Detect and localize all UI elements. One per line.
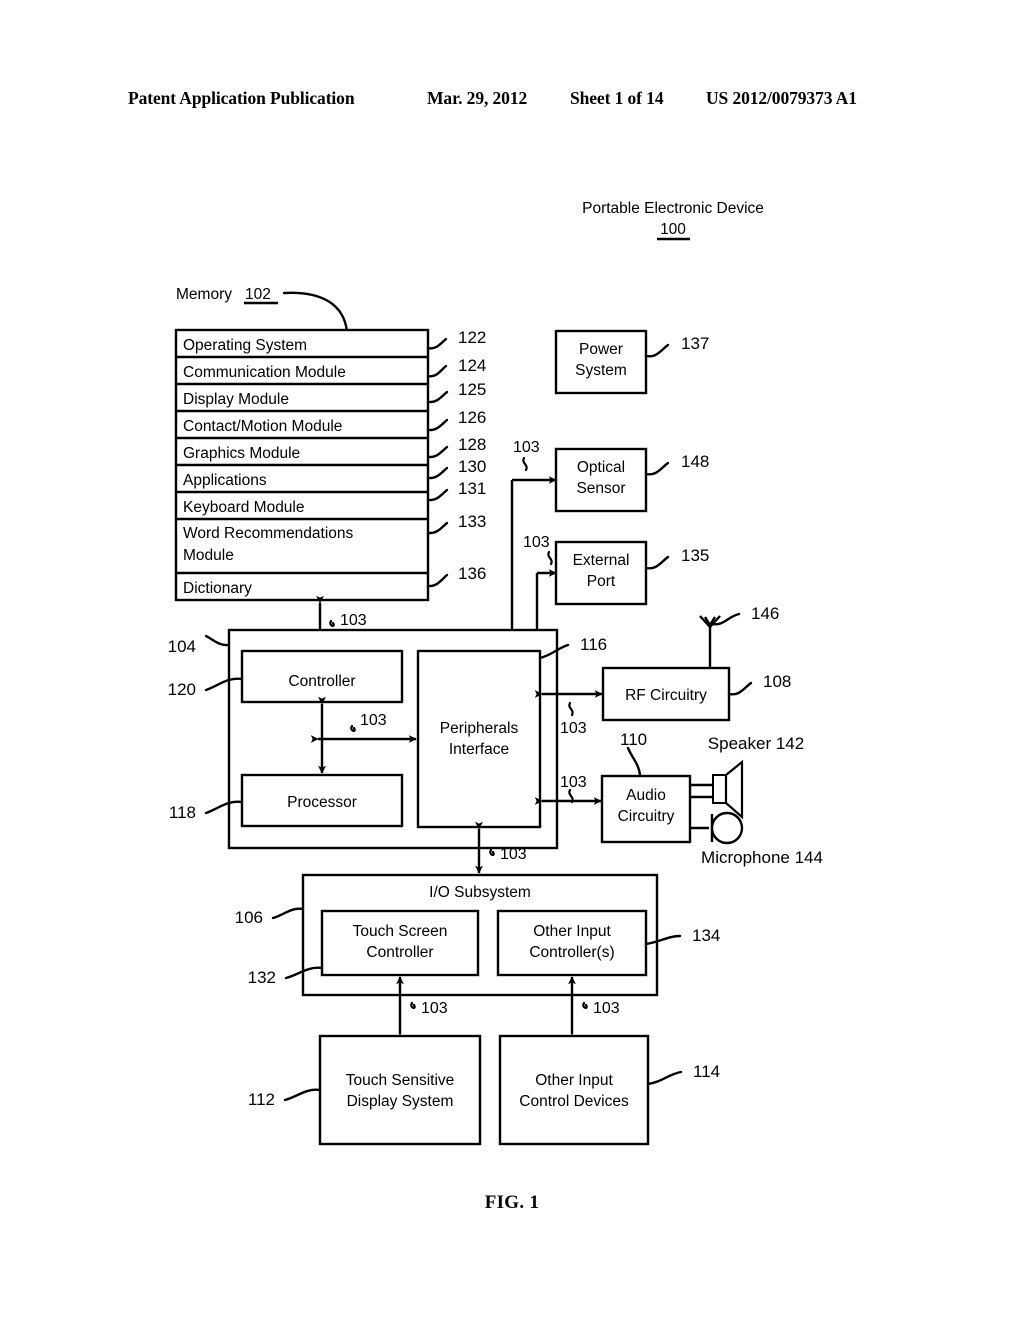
diagram-title: Portable Electronic Device — [582, 200, 764, 217]
external-port-ref: 135 — [681, 546, 709, 565]
memory-row-label-3: Contact/Motion Module — [183, 418, 342, 435]
controller-ref: 120 — [168, 680, 196, 699]
bus-label-otherinput: 103 — [593, 1000, 620, 1017]
microphone-label: Microphone 144 — [701, 848, 823, 867]
bus-label-internal: 103 — [360, 712, 387, 729]
external-port-block: External Port 135 — [554, 540, 709, 606]
peripherals-ref: 116 — [580, 635, 607, 654]
memory-ref-6: 131 — [458, 479, 486, 498]
touch-screen-controller-block: Touch Screen Controller 132 — [248, 909, 480, 987]
optical-sensor-ref: 148 — [681, 452, 709, 471]
other-input-controller-block: Other Input Controller(s) 134 — [496, 909, 720, 977]
bus-label-audio: 103 — [560, 774, 587, 791]
audio-circuitry-label-line2: Circuitry — [618, 808, 675, 825]
rf-circuitry-block: RF Circuitry 108 — [601, 666, 791, 722]
bus-label-memory: 103 — [340, 612, 367, 629]
memory-row-label-1: Communication Module — [183, 364, 346, 381]
processor-block: Processor 118 — [169, 773, 404, 828]
audio-circuitry-block: Audio Circuitry 110 — [600, 730, 692, 844]
bus-label-optical: 103 — [513, 439, 540, 456]
power-system-block: Power System 137 — [554, 329, 709, 395]
other-input-controller-ref: 134 — [692, 926, 720, 945]
memory-row-label-6: Keyboard Module — [183, 499, 305, 516]
antenna-ref: 146 — [751, 604, 779, 623]
figure-1-block-diagram: Portable Electronic Device 100 Memory 10… — [168, 200, 823, 1146]
touch-display-label-line1: Touch Sensitive — [346, 1072, 455, 1089]
optical-sensor-label-line2: Sensor — [576, 480, 625, 497]
antenna-icon: 146 — [699, 604, 779, 668]
memory-row-label-4: Graphics Module — [183, 445, 300, 462]
peripherals-label-line1: Peripherals — [440, 720, 519, 737]
speaker-icon — [690, 759, 744, 820]
memory-block: Operating System Communication Module Di… — [174, 328, 430, 602]
external-port-label-line1: External — [573, 552, 630, 569]
memory-reference-numerals: 122 124 125 126 128 130 131 133 136 — [426, 328, 486, 588]
memory-ref-3: 126 — [458, 408, 486, 427]
rf-circuitry-label: RF Circuitry — [625, 687, 707, 704]
memory-ref-7: 133 — [458, 512, 486, 531]
touch-screen-controller-ref: 132 — [248, 968, 276, 987]
bus-label-touch: 103 — [421, 1000, 448, 1017]
memory-ref: 102 — [245, 286, 271, 303]
processor-label: Processor — [287, 794, 357, 811]
other-input-controller-label-line1: Other Input — [533, 923, 611, 940]
memory-ref-4: 128 — [458, 435, 486, 454]
controller-block: Controller 120 — [168, 649, 404, 704]
power-system-label-line2: System — [575, 362, 627, 379]
touch-display-ref: 112 — [248, 1090, 275, 1109]
memory-row-label-7: Word Recommendations — [183, 525, 354, 542]
memory-row-label-7b: Module — [183, 547, 234, 564]
memory-row-label-0: Operating System — [183, 337, 307, 354]
audio-circuitry-label-line1: Audio — [626, 787, 666, 804]
io-subsystem-label: I/O Subsystem — [429, 884, 531, 901]
microphone-icon — [690, 811, 744, 845]
io-subsystem-ref: 106 — [235, 908, 263, 927]
audio-circuitry-ref: 110 — [620, 730, 647, 749]
peripherals-label-line2: Interface — [449, 741, 509, 758]
controller-label: Controller — [288, 673, 355, 690]
power-system-label-line1: Power — [579, 341, 623, 358]
memory-label: Memory — [176, 286, 232, 303]
memory-ref-0: 122 — [458, 328, 486, 347]
other-input-controller-label-line2: Controller(s) — [529, 944, 614, 961]
optical-sensor-label-line1: Optical — [577, 459, 625, 476]
optical-sensor-block: Optical Sensor 148 — [554, 447, 709, 513]
touch-screen-controller-label-line1: Touch Screen — [353, 923, 448, 940]
processor-ref: 118 — [169, 803, 196, 822]
diagram-title-ref: 100 — [660, 221, 686, 238]
core-container-ref: 104 — [168, 637, 196, 656]
touch-display-label-line2: Display System — [347, 1093, 454, 1110]
memory-row-label-5: Applications — [183, 472, 267, 489]
memory-row-label-8: Dictionary — [183, 580, 252, 597]
memory-ref-5: 130 — [458, 457, 486, 476]
memory-ref-8: 136 — [458, 564, 486, 583]
power-system-ref: 137 — [681, 334, 709, 353]
external-port-label-line2: Port — [587, 573, 616, 590]
rf-circuitry-ref: 108 — [763, 672, 791, 691]
other-input-devices-label-line1: Other Input — [535, 1072, 613, 1089]
bus-label-rf: 103 — [560, 720, 587, 737]
other-input-devices-ref: 114 — [693, 1062, 720, 1081]
touch-sensitive-display-block: Touch Sensitive Display System 112 — [248, 1034, 482, 1146]
touch-screen-controller-label-line2: Controller — [366, 944, 433, 961]
memory-row-label-2: Display Module — [183, 391, 289, 408]
other-input-devices-block: Other Input Control Devices 114 — [498, 1034, 720, 1146]
other-input-devices-label-line2: Control Devices — [519, 1093, 629, 1110]
memory-ref-2: 125 — [458, 380, 486, 399]
bus-label-external: 103 — [523, 534, 550, 551]
memory-ref-1: 124 — [458, 356, 486, 375]
bus-label-io: 103 — [500, 846, 527, 863]
speaker-label: Speaker 142 — [708, 734, 804, 753]
